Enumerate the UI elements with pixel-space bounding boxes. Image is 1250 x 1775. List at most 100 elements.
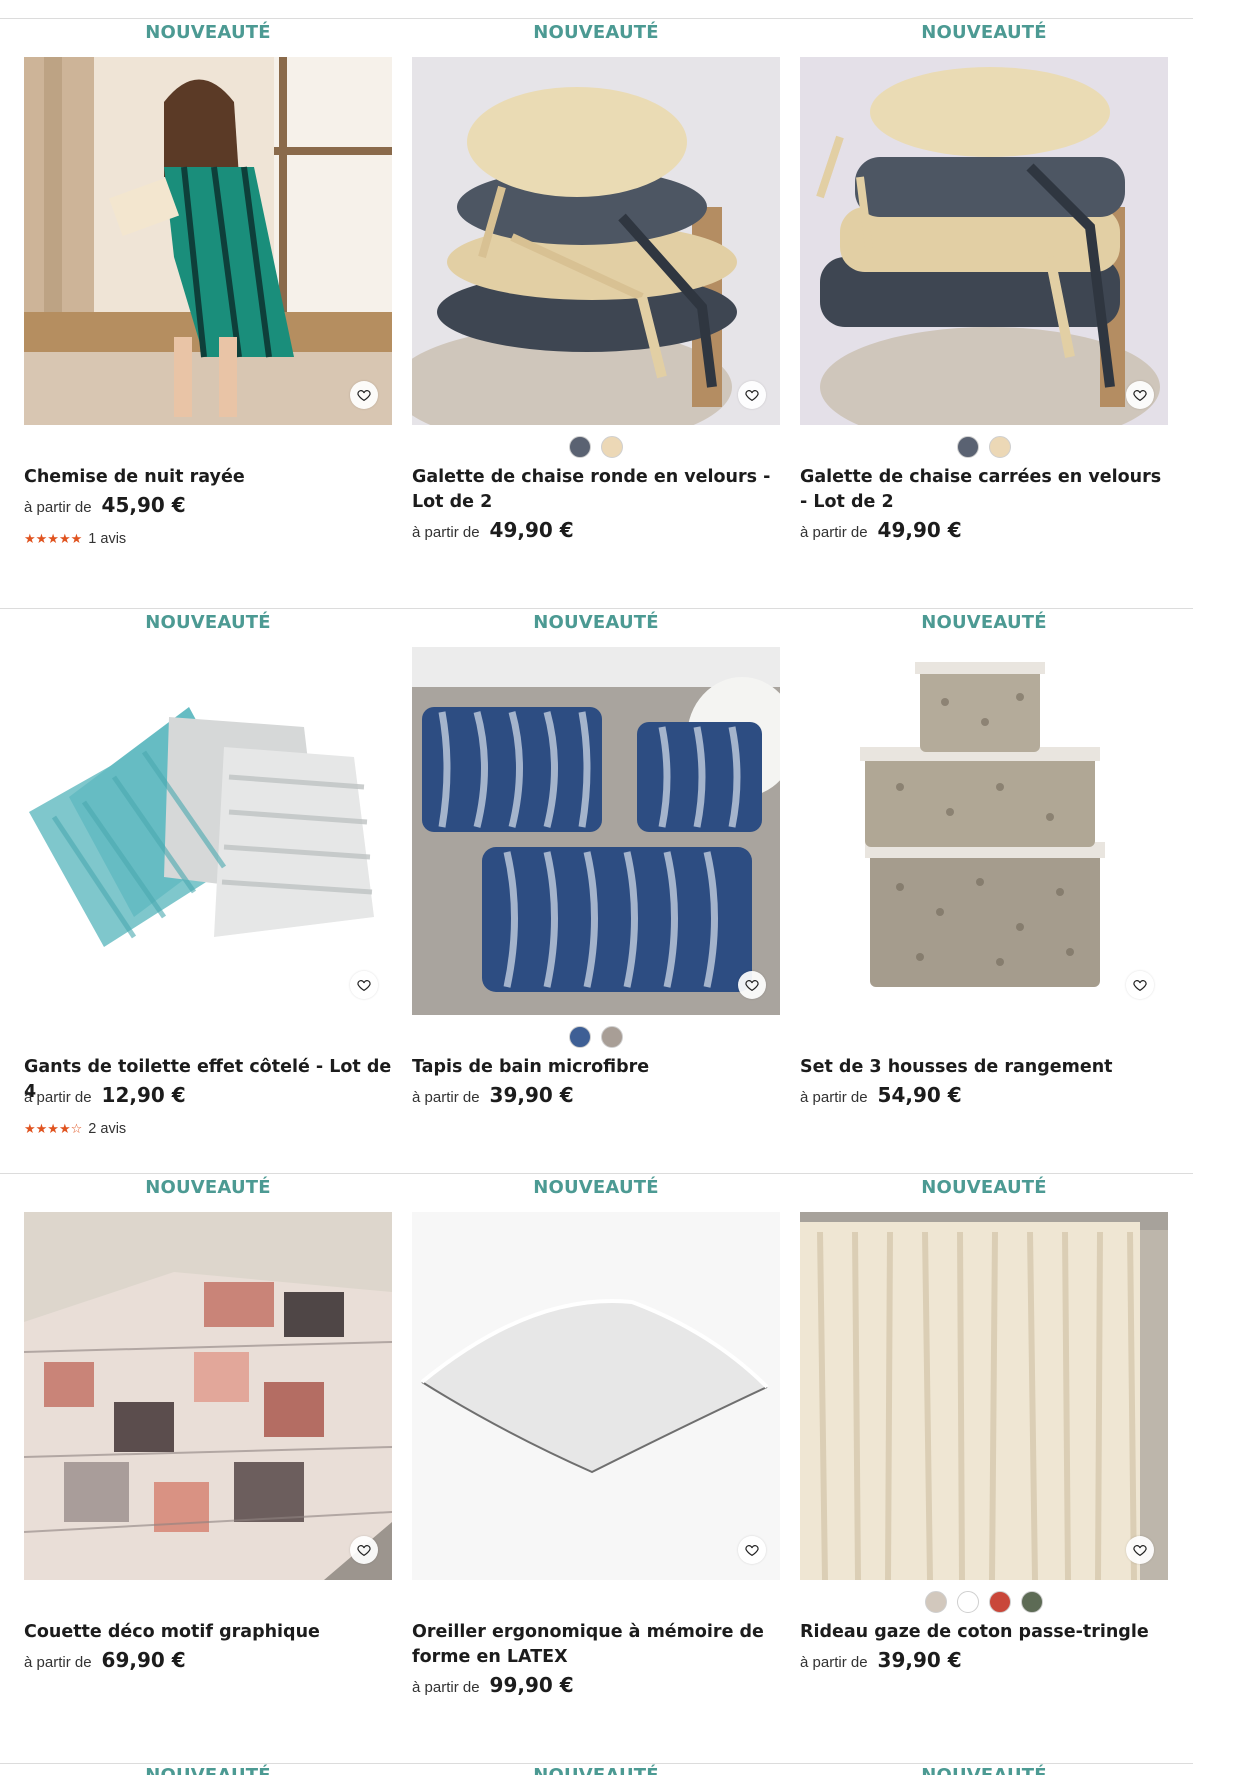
color-swatches xyxy=(412,1026,780,1048)
rating[interactable]: ★★★★★ 1 avis xyxy=(24,531,126,547)
price-prefix: à partir de xyxy=(412,524,480,541)
heart-icon xyxy=(1133,980,1147,992)
new-badge: NOUVEAUTÉ xyxy=(533,1177,659,1198)
review-count: 2 avis xyxy=(88,1121,127,1137)
row-divider xyxy=(0,18,1193,19)
price: 45,90 € xyxy=(101,493,186,517)
price: 69,90 € xyxy=(101,1648,186,1672)
heart-icon xyxy=(357,1545,371,1557)
price-line: à partir de 99,90 € xyxy=(412,1673,780,1697)
new-badge: NOUVEAUTÉ xyxy=(921,612,1047,633)
product-title[interactable]: Chemise de nuit rayée xyxy=(24,465,392,490)
favorite-button[interactable] xyxy=(1126,1536,1154,1564)
heart-icon xyxy=(1133,1545,1147,1557)
product-title[interactable]: Oreiller ergonomique à mémoire de forme … xyxy=(412,1620,780,1670)
new-badge: NOUVEAUTÉ xyxy=(921,1177,1047,1198)
favorite-button[interactable] xyxy=(350,381,378,409)
color-swatch[interactable] xyxy=(601,1026,623,1048)
product-image[interactable] xyxy=(24,57,392,425)
new-badge: NOUVEAUTÉ xyxy=(533,22,659,43)
favorite-button[interactable] xyxy=(350,971,378,999)
favorite-button[interactable] xyxy=(738,971,766,999)
price-prefix: à partir de xyxy=(412,1679,480,1696)
storage-boxes-photo xyxy=(800,647,1168,1015)
memory-foam-pillow-photo xyxy=(412,1212,780,1580)
rating[interactable]: ★★★★☆ 2 avis xyxy=(24,1121,126,1137)
price-prefix: à partir de xyxy=(800,1089,868,1106)
new-badge: NOUVEAUTÉ xyxy=(145,1177,271,1198)
price: 39,90 € xyxy=(489,1083,574,1107)
row-divider xyxy=(0,608,1193,609)
new-badge: NOUVEAUTÉ xyxy=(145,22,271,43)
favorite-button[interactable] xyxy=(1126,971,1154,999)
product-title[interactable]: Set de 3 housses de rangement xyxy=(800,1055,1168,1080)
price-line: à partir de 54,90 € xyxy=(800,1083,1168,1107)
new-badge: NOUVEAUTÉ xyxy=(921,22,1047,43)
price-line: à partir de 12,90 € xyxy=(24,1083,392,1107)
product-image[interactable] xyxy=(412,1212,780,1580)
product-image[interactable] xyxy=(800,57,1168,425)
woman-nightshirt-photo xyxy=(24,57,392,425)
heart-icon xyxy=(745,980,759,992)
product-image[interactable] xyxy=(800,1212,1168,1580)
product-title[interactable]: Rideau gaze de coton passe-tringle xyxy=(800,1620,1168,1645)
price-prefix: à partir de xyxy=(800,524,868,541)
favorite-button[interactable] xyxy=(738,1536,766,1564)
product-image[interactable] xyxy=(412,57,780,425)
price: 99,90 € xyxy=(489,1673,574,1697)
price-prefix: à partir de xyxy=(24,1654,92,1671)
heart-icon xyxy=(357,980,371,992)
product-image[interactable] xyxy=(24,647,392,1015)
new-badge: NOUVEAUTÉ xyxy=(145,612,271,633)
color-swatch[interactable] xyxy=(925,1591,947,1613)
round-velvet-cushions-photo xyxy=(412,57,780,425)
cotton-gauze-curtain-photo xyxy=(800,1212,1168,1580)
heart-icon xyxy=(745,390,759,402)
graphic-duvet-photo xyxy=(24,1212,392,1580)
price-line: à partir de 49,90 € xyxy=(800,518,1168,542)
price-line: à partir de 49,90 € xyxy=(412,518,780,542)
review-count: 1 avis xyxy=(88,531,127,547)
color-swatch[interactable] xyxy=(569,436,591,458)
price-line: à partir de 39,90 € xyxy=(412,1083,780,1107)
color-swatch[interactable] xyxy=(957,436,979,458)
product-title[interactable]: Tapis de bain microfibre xyxy=(412,1055,780,1080)
price-line: à partir de 69,90 € xyxy=(24,1648,392,1672)
product-image[interactable] xyxy=(800,647,1168,1015)
price-prefix: à partir de xyxy=(24,1089,92,1106)
product-image[interactable] xyxy=(412,647,780,1015)
row-divider xyxy=(0,1763,1193,1764)
price-prefix: à partir de xyxy=(412,1089,480,1106)
color-swatches xyxy=(800,436,1168,458)
color-swatch[interactable] xyxy=(601,436,623,458)
product-title[interactable]: Couette déco motif graphique xyxy=(24,1620,392,1645)
square-velvet-cushions-photo xyxy=(800,57,1168,425)
new-badge: NOUVEAUTÉ xyxy=(24,1765,392,1775)
price-prefix: à partir de xyxy=(24,499,92,516)
new-badge: NOUVEAUTÉ xyxy=(800,1765,1168,1775)
color-swatch[interactable] xyxy=(957,1591,979,1613)
new-badge: NOUVEAUTÉ xyxy=(412,1765,780,1775)
price: 49,90 € xyxy=(877,518,962,542)
ribbed-washcloths-photo xyxy=(24,647,392,1015)
product-title[interactable]: Galette de chaise carrées en velours - L… xyxy=(800,465,1168,515)
color-swatch[interactable] xyxy=(569,1026,591,1048)
color-swatches xyxy=(800,1591,1168,1613)
favorite-button[interactable] xyxy=(1126,381,1154,409)
row-divider xyxy=(0,1173,1193,1174)
favorite-button[interactable] xyxy=(350,1536,378,1564)
color-swatch[interactable] xyxy=(1021,1591,1043,1613)
heart-icon xyxy=(1133,390,1147,402)
product-title[interactable]: Galette de chaise ronde en velours - Lot… xyxy=(412,465,780,515)
price: 39,90 € xyxy=(877,1648,962,1672)
color-swatches xyxy=(412,436,780,458)
price-prefix: à partir de xyxy=(800,1654,868,1671)
product-image[interactable] xyxy=(24,1212,392,1580)
price: 49,90 € xyxy=(489,518,574,542)
bath-mats-photo xyxy=(412,647,780,1015)
price-line: à partir de 39,90 € xyxy=(800,1648,1168,1672)
heart-icon xyxy=(745,1545,759,1557)
color-swatch[interactable] xyxy=(989,436,1011,458)
color-swatch[interactable] xyxy=(989,1591,1011,1613)
favorite-button[interactable] xyxy=(738,381,766,409)
